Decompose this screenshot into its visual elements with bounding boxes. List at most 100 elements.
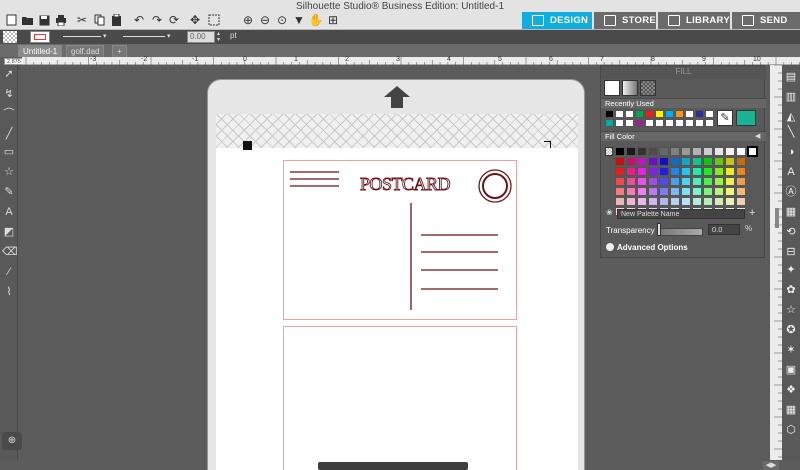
save-icon[interactable] (37, 13, 51, 27)
palette-color-swatch[interactable] (703, 187, 713, 196)
eyedropper-tool-icon[interactable]: ⌇ (2, 285, 16, 299)
palette-color-swatch[interactable] (692, 157, 702, 166)
page-area[interactable]: POSTCARD (216, 114, 578, 470)
palette-color-swatch[interactable] (681, 197, 691, 206)
line-width-stepper[interactable]: ▴ ▾ (217, 31, 225, 43)
palette-color-swatch[interactable] (659, 147, 669, 156)
palette-color-swatch[interactable] (725, 167, 735, 176)
solid-fill-button[interactable] (604, 80, 620, 96)
replicate-icon[interactable]: ✿ (784, 283, 798, 297)
palette-color-swatch[interactable] (670, 167, 680, 176)
palette-color-swatch[interactable] (681, 187, 691, 196)
pencil-tool-icon[interactable]: ✎ (2, 185, 16, 199)
tab-send[interactable]: SEND (732, 12, 800, 29)
palette-color-swatch[interactable] (736, 167, 746, 176)
palette-color-swatch[interactable] (648, 177, 658, 186)
line-join-dropdown[interactable]: ▾ (120, 31, 175, 43)
quick-access-button[interactable]: ⊕ (2, 432, 22, 450)
palette-color-swatch[interactable] (703, 197, 713, 206)
selected-color-swatch[interactable] (736, 110, 756, 126)
palette-color-swatch[interactable] (648, 197, 658, 206)
palette-color-swatch[interactable] (637, 157, 647, 166)
recent-color-swatch[interactable] (695, 119, 704, 127)
recent-color-swatch[interactable] (665, 110, 674, 118)
line-tool-icon[interactable]: ╱ (2, 127, 16, 141)
palette-color-swatch[interactable] (626, 187, 636, 196)
eyedropper-icon[interactable]: ✎ (717, 110, 733, 126)
doc-tab-untitled[interactable]: Untitled-1 (18, 45, 63, 57)
palette-color-swatch[interactable] (725, 197, 735, 206)
line-color-button[interactable] (30, 31, 50, 43)
palette-color-swatch[interactable] (615, 167, 625, 176)
recent-color-swatch[interactable] (645, 119, 654, 127)
rectangle-tool-icon[interactable]: ▭ (2, 145, 16, 159)
refresh-icon[interactable]: ⟳ (167, 13, 181, 27)
palette-color-swatch[interactable] (736, 197, 746, 206)
redo-icon[interactable]: ↷ (150, 13, 164, 27)
palette-color-swatch[interactable] (648, 187, 658, 196)
add-tab-button[interactable]: + (112, 45, 127, 57)
tab-library[interactable]: LIBRARY (658, 12, 730, 29)
horizontal-scrollbar-thumb[interactable] (318, 462, 468, 470)
palette-color-swatch[interactable] (736, 177, 746, 186)
weld-icon[interactable]: ✪ (784, 323, 798, 337)
page-setup-icon[interactable]: ▤ (784, 70, 798, 84)
palette-color-swatch[interactable] (626, 197, 636, 206)
text-tool-icon[interactable]: A (2, 205, 16, 219)
palette-color-swatch[interactable] (615, 157, 625, 166)
undo-icon[interactable]: ↶ (132, 13, 146, 27)
recent-color-swatch[interactable] (605, 119, 614, 127)
palette-color-swatch[interactable] (714, 147, 724, 156)
fill-swatch-button[interactable] (3, 31, 17, 43)
palette-color-swatch[interactable] (626, 157, 636, 166)
palette-color-swatch[interactable] (615, 147, 625, 156)
palette-color-swatch[interactable] (681, 157, 691, 166)
palette-color-swatch[interactable] (692, 147, 702, 156)
vertical-scrollbar-thumb[interactable] (775, 208, 779, 228)
select-all-icon[interactable] (207, 13, 221, 27)
palette-color-swatch[interactable] (637, 177, 647, 186)
line-style-dropdown[interactable]: ▾ (60, 31, 110, 43)
palette-color-swatch[interactable] (703, 167, 713, 176)
no-fill-swatch[interactable] (605, 147, 613, 156)
tab-design[interactable]: DESIGN (522, 12, 592, 29)
scroll-corner-button[interactable]: ◀▶ (763, 461, 779, 470)
palette-color-swatch[interactable] (659, 187, 669, 196)
selected-palette-swatch[interactable] (747, 146, 758, 157)
palette-color-swatch[interactable] (703, 177, 713, 186)
tab-store[interactable]: STORE (594, 12, 656, 29)
modify-icon[interactable]: ☆ (784, 303, 798, 317)
palette-color-swatch[interactable] (659, 197, 669, 206)
recent-color-swatch[interactable] (665, 119, 674, 127)
group-icon[interactable]: ✥ (188, 13, 202, 27)
palette-color-swatch[interactable] (725, 147, 735, 156)
palette-color-swatch[interactable] (681, 167, 691, 176)
new-doc-icon[interactable] (4, 13, 18, 27)
recent-color-swatch[interactable] (685, 119, 694, 127)
recent-color-swatch[interactable] (645, 110, 654, 118)
transform-icon[interactable]: ◑ (784, 145, 798, 159)
recent-color-swatch[interactable] (705, 119, 714, 127)
palette-color-swatch[interactable] (670, 197, 680, 206)
palette-color-swatch[interactable] (681, 147, 691, 156)
palette-color-swatch[interactable] (692, 187, 702, 196)
advanced-options-toggle[interactable]: Advanced Options (606, 242, 688, 252)
fill-color-collapse-icon[interactable]: ◀ (755, 132, 760, 140)
print-icon[interactable] (54, 13, 68, 27)
palette-color-swatch[interactable] (637, 147, 647, 156)
palette-color-swatch[interactable] (670, 187, 680, 196)
doc-tab-golf[interactable]: golf.dad (66, 45, 105, 57)
palette-color-swatch[interactable] (681, 177, 691, 186)
palette-color-swatch[interactable] (714, 197, 724, 206)
fill-tool-icon[interactable]: ◩ (2, 225, 16, 239)
recent-color-swatch[interactable] (655, 119, 664, 127)
eraser-tool-icon[interactable]: ⌫ (2, 245, 18, 259)
transparency-slider-thumb[interactable] (657, 223, 661, 236)
palette-color-swatch[interactable] (648, 167, 658, 176)
recent-color-swatch[interactable] (655, 110, 664, 118)
palette-color-swatch[interactable] (637, 187, 647, 196)
recent-color-swatch[interactable] (675, 110, 684, 118)
palette-color-swatch[interactable] (670, 177, 680, 186)
palette-color-swatch[interactable] (714, 187, 724, 196)
sketch-icon[interactable]: ❖ (784, 383, 798, 397)
